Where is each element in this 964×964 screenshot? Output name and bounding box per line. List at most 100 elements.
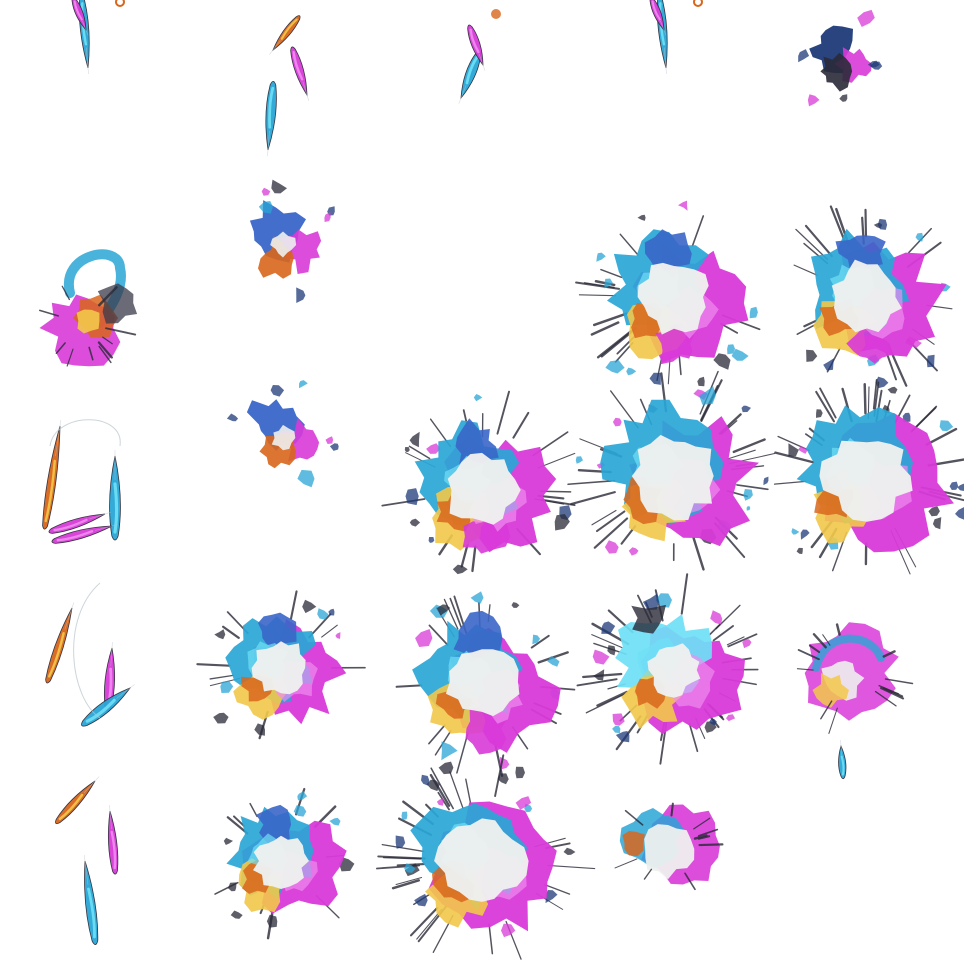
debris: [563, 847, 575, 856]
spark: [427, 724, 446, 745]
debris: [796, 547, 803, 554]
streak: [265, 81, 277, 157]
spark: [593, 312, 628, 326]
spark: [249, 803, 258, 818]
spark: [614, 858, 638, 869]
sprite-frame-art: [576, 573, 759, 766]
debris: [409, 431, 420, 447]
debris: [500, 923, 515, 938]
sprite-frame: [193, 771, 386, 964]
spark: [496, 390, 510, 435]
debris: [230, 910, 243, 920]
debris: [933, 516, 942, 529]
debris: [401, 811, 407, 821]
debris: [413, 894, 428, 907]
debris: [335, 632, 341, 640]
explosion: [395, 591, 575, 778]
sprite-frame-art: [375, 754, 595, 960]
sprite-frame: [575, 193, 771, 386]
sprite-frame-art: [567, 370, 776, 571]
debris: [325, 435, 333, 444]
streak: [107, 805, 119, 875]
debris: [576, 455, 584, 464]
spark: [863, 382, 867, 415]
spark: [774, 480, 807, 485]
explosion: [575, 200, 761, 385]
sprite-frame-art: [771, 771, 964, 964]
debris: [428, 536, 434, 543]
streak: [268, 15, 301, 55]
spark: [512, 411, 529, 439]
sprite-frame-art: [395, 591, 575, 778]
sprite-frame-art: [265, 15, 309, 157]
sprite-frame: [578, 0, 771, 193]
explosion-small: [249, 179, 335, 303]
spark: [591, 509, 617, 525]
debris: [297, 791, 307, 801]
spark: [221, 626, 240, 640]
sprite-frame: [0, 771, 193, 964]
sprite-frame: [578, 771, 771, 964]
debris: [823, 357, 835, 371]
debris: [420, 774, 429, 786]
spark: [698, 843, 724, 847]
debris: [497, 773, 509, 785]
debris: [928, 505, 941, 516]
debris: [957, 483, 964, 491]
debris: [741, 405, 752, 412]
spark: [600, 268, 623, 278]
debris: [436, 798, 444, 806]
spark: [681, 573, 689, 616]
debris: [926, 354, 935, 368]
debris: [800, 529, 810, 540]
sprite-frame-art: [380, 390, 576, 574]
debris: [414, 629, 432, 648]
debris: [816, 408, 823, 418]
sprite-frame-art: [793, 205, 953, 388]
debris: [939, 419, 954, 431]
spark: [487, 923, 493, 955]
debris: [750, 306, 759, 319]
sprite-frame: [0, 386, 193, 579]
explosion: [793, 205, 953, 388]
debris: [270, 384, 284, 397]
sprite-frame: [386, 578, 579, 778]
spark: [570, 490, 617, 505]
sprite-frame: [380, 386, 579, 579]
debris: [324, 211, 331, 222]
debris: [726, 714, 736, 722]
debris: [301, 600, 317, 614]
explosion-fade: [614, 802, 724, 891]
spark: [670, 802, 675, 817]
debris: [710, 610, 723, 625]
sprite-frame-art: [214, 788, 355, 940]
spark: [289, 590, 298, 621]
sprite-frame-art: [575, 200, 761, 385]
spark: [320, 625, 338, 639]
explosion: [214, 788, 355, 940]
debris: [699, 385, 717, 405]
sprite-frame: [576, 573, 771, 771]
spark: [579, 294, 617, 296]
debris: [297, 469, 315, 487]
spark: [619, 233, 640, 256]
sprite-frame: [567, 370, 776, 579]
debris: [808, 94, 820, 107]
explosion: [576, 573, 759, 766]
sprite-frame: [771, 771, 964, 964]
spark: [196, 663, 231, 668]
sprite-frame-art: [797, 622, 914, 780]
ember: [490, 8, 501, 19]
debris: [214, 629, 226, 640]
debris: [743, 488, 754, 501]
sprite-frame: [771, 0, 964, 193]
spark: [828, 707, 839, 735]
streak: [55, 776, 100, 825]
spark: [727, 449, 757, 460]
explosion-fade: [797, 622, 914, 735]
explosion: [567, 370, 776, 571]
debris: [405, 487, 419, 505]
sprite-frame-art: [386, 193, 579, 386]
sprite-frame: [375, 754, 595, 964]
sprite-frame: [771, 578, 964, 780]
